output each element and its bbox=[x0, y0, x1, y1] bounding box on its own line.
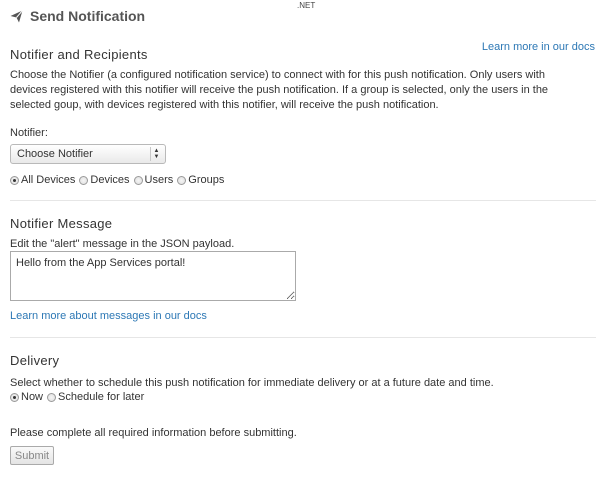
page-title: Send Notification bbox=[30, 8, 146, 24]
send-notification-page: .NET Send Notification Notifier and Reci… bbox=[0, 0, 606, 483]
description-line: selected goup, with devices registered w… bbox=[10, 99, 439, 111]
recipients-description: Choose the Notifier (a configured notifi… bbox=[10, 68, 548, 113]
description-line: devices registered with this notifier wi… bbox=[10, 84, 549, 96]
description-line: Choose the Notifier (a configured notifi… bbox=[10, 69, 545, 81]
radio-now[interactable] bbox=[10, 392, 19, 402]
radio-schedule-later[interactable] bbox=[47, 392, 57, 402]
radio-groups[interactable] bbox=[177, 175, 187, 185]
radio-label: Users bbox=[144, 174, 174, 186]
target-radio-group: All Devices Devices Users Groups bbox=[10, 174, 228, 186]
radio-all-devices[interactable] bbox=[10, 175, 19, 185]
radio-label: Devices bbox=[90, 174, 130, 186]
required-info-note: Please complete all required information… bbox=[10, 427, 297, 439]
top-note: .NET bbox=[297, 1, 316, 10]
message-section-title: Notifier Message bbox=[10, 216, 113, 231]
delivery-description: Select whether to schedule this push not… bbox=[10, 377, 494, 389]
select-arrows-icon: ▲ ▼ bbox=[150, 147, 162, 161]
page-header: Send Notification bbox=[10, 8, 145, 24]
message-textarea[interactable]: Hello from the App Services portal! bbox=[10, 251, 296, 301]
message-description: Edit the "alert" message in the JSON pay… bbox=[10, 238, 235, 250]
radio-users[interactable] bbox=[133, 175, 143, 185]
notifier-select[interactable]: Choose Notifier ▲ ▼ bbox=[10, 144, 166, 164]
docs-link[interactable]: Learn more in our docs bbox=[482, 41, 595, 53]
radio-label: Groups bbox=[188, 174, 225, 186]
radio-label: All Devices bbox=[21, 174, 76, 186]
divider bbox=[10, 337, 596, 338]
notifier-label: Notifier: bbox=[10, 127, 48, 139]
notifier-select-value: Choose Notifier bbox=[17, 148, 93, 160]
radio-devices[interactable] bbox=[79, 175, 89, 185]
radio-label: Now bbox=[21, 391, 44, 403]
send-icon bbox=[10, 9, 23, 23]
delivery-radio-group: Now Schedule for later bbox=[10, 391, 148, 403]
radio-label: Schedule for later bbox=[58, 391, 145, 403]
submit-button[interactable]: Submit bbox=[10, 446, 54, 465]
messages-docs-link[interactable]: Learn more about messages in our docs bbox=[10, 310, 207, 322]
divider bbox=[10, 200, 596, 201]
delivery-section-title: Delivery bbox=[10, 353, 60, 368]
recipients-section-title: Notifier and Recipients bbox=[10, 47, 148, 62]
